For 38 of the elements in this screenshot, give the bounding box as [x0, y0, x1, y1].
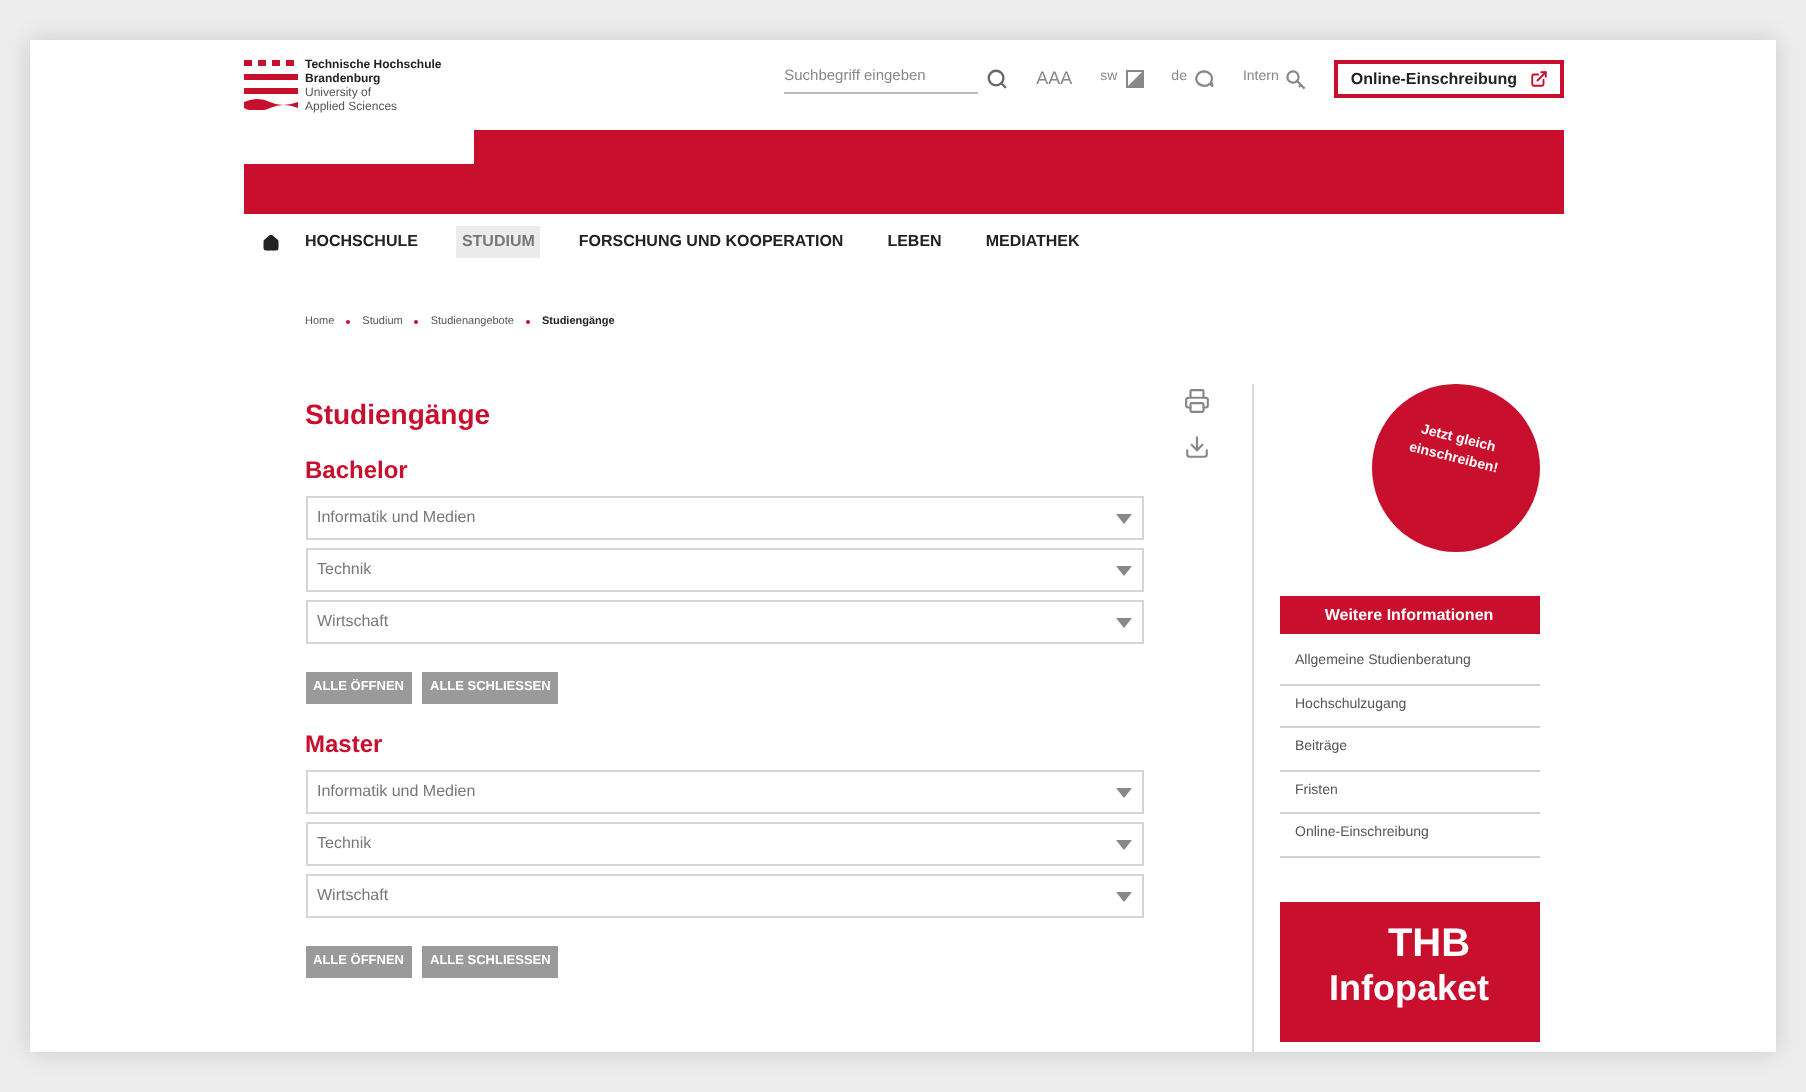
nav-item[interactable]: LEBEN: [881, 226, 948, 258]
infopaket-banner[interactable]: THB Infopaket: [1279, 901, 1539, 1042]
caret-icon: [1115, 787, 1131, 798]
contrast-icon[interactable]: [1125, 70, 1144, 88]
accordion-item[interactable]: Technik: [305, 822, 1143, 867]
font-size-control[interactable]: AAA: [1036, 65, 1073, 93]
caret-icon: [1115, 891, 1131, 902]
speech-bubble-icon[interactable]: [1194, 70, 1215, 88]
info-heading: Weitere Informationen: [1279, 596, 1539, 635]
accordion-item[interactable]: Informatik und Medien: [305, 770, 1143, 815]
nav-item[interactable]: HOCHSCHULE: [299, 226, 424, 258]
key-icon[interactable]: [1286, 69, 1307, 89]
logo-icon: [243, 60, 297, 110]
search-icon[interactable]: [986, 68, 1009, 90]
nav-item[interactable]: MEDIATHEK: [979, 226, 1086, 258]
bullet-icon: [414, 320, 419, 325]
banner-text: Infopaket: [1328, 965, 1489, 1010]
section-heading: Master: [305, 730, 385, 759]
bullet-icon: [525, 320, 530, 325]
accordion-item[interactable]: Informatik und Medien: [305, 496, 1143, 541]
accordion-item[interactable]: Wirtschaft: [305, 874, 1143, 919]
caret-icon: [1115, 565, 1131, 576]
section-heading: Bachelor: [305, 456, 410, 485]
page-title: Studiengänge: [305, 398, 493, 431]
nav-item[interactable]: FORSCHUNG UND KOOPERATION: [572, 226, 850, 258]
print-icon[interactable]: [1184, 388, 1210, 415]
banner-text: THB: [1387, 921, 1471, 966]
caret-icon: [1115, 617, 1131, 628]
accordion-item[interactable]: Wirtschaft: [305, 600, 1143, 645]
online-enrollment-button[interactable]: Online-Einschreibung: [1334, 60, 1563, 98]
accordion-item[interactable]: Technik: [305, 548, 1143, 593]
nav-item[interactable]: STUDIUM: [455, 226, 541, 258]
bullet-icon: [346, 320, 351, 325]
home-icon[interactable]: [261, 233, 279, 251]
caret-icon: [1115, 839, 1131, 850]
external-link-icon: [1529, 70, 1547, 88]
caret-icon: [1115, 513, 1131, 524]
download-icon[interactable]: [1184, 434, 1210, 461]
